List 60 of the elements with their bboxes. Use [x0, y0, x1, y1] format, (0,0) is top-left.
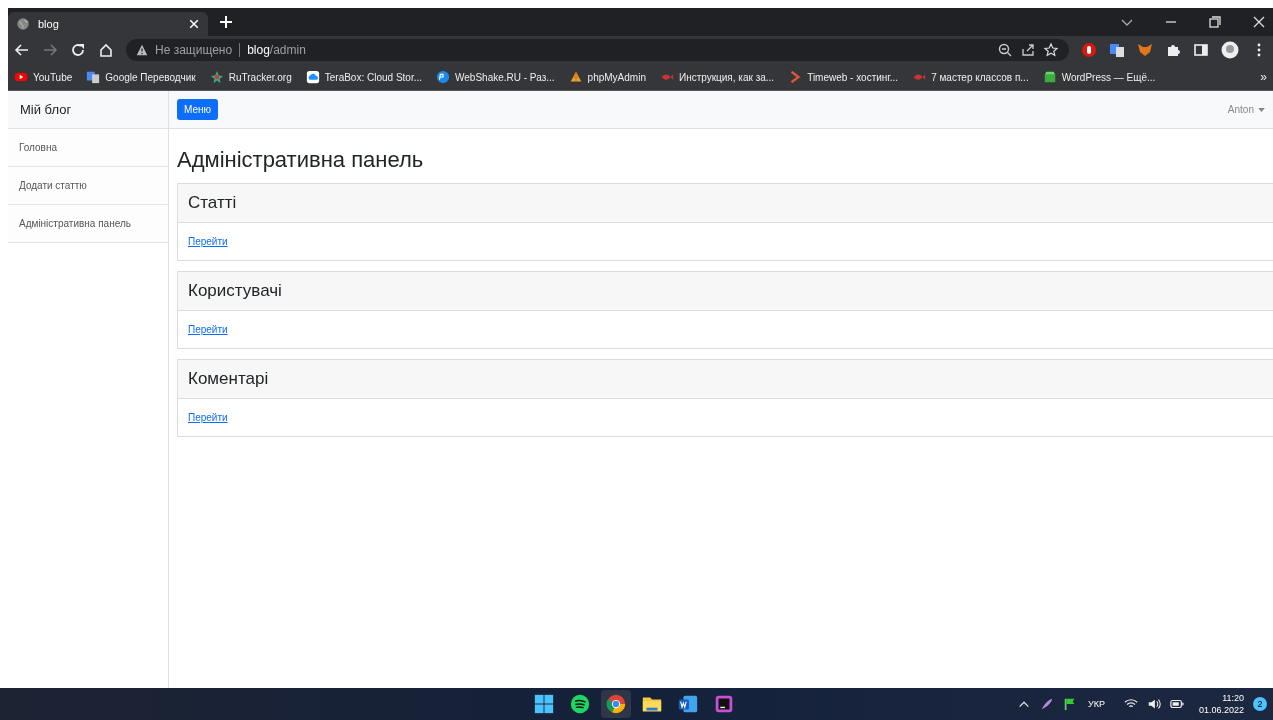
- menu-button[interactable]: Меню: [177, 99, 219, 120]
- clock[interactable]: 11:20 01.06.2022: [1198, 692, 1244, 716]
- star-icon: [209, 70, 224, 84]
- battery-icon[interactable]: [1169, 697, 1184, 711]
- bookmark[interactable]: phpMyAdmin: [568, 70, 646, 84]
- box-icon: [1042, 70, 1057, 84]
- bookmark[interactable]: RuTracker.org: [209, 70, 292, 84]
- translate-icon[interactable]: [1109, 42, 1125, 58]
- bookmark[interactable]: 7 мастер классов п...: [912, 70, 1029, 84]
- fox-icon[interactable]: [1137, 42, 1153, 58]
- address-bar[interactable]: Не защищено blog/admin: [126, 39, 1069, 61]
- home-icon[interactable]: [98, 42, 114, 58]
- share-icon[interactable]: [1020, 42, 1036, 58]
- notification-badge[interactable]: 2: [1253, 697, 1267, 711]
- card-title: Коментарі: [178, 360, 1273, 399]
- close-icon[interactable]: [1251, 14, 1267, 30]
- zoom-icon[interactable]: [997, 42, 1013, 58]
- back-icon[interactable]: [14, 42, 30, 58]
- more-bookmarks-button[interactable]: »: [1260, 70, 1267, 84]
- browser-icon[interactable]: [600, 690, 631, 718]
- bookmark[interactable]: Timeweb - хостинг...: [788, 70, 899, 84]
- url-text: blog/admin: [247, 43, 306, 57]
- go-link[interactable]: Перейти: [188, 412, 228, 423]
- reload-icon[interactable]: [70, 42, 86, 58]
- bookmark[interactable]: Инструкция, как за...: [659, 70, 775, 84]
- warning-icon: [136, 44, 148, 56]
- translate-icon: [86, 70, 101, 84]
- language-indicator[interactable]: УКР: [1088, 699, 1105, 709]
- video-icon: [14, 70, 28, 84]
- go-link[interactable]: Перейти: [188, 236, 228, 247]
- puzzle-icon[interactable]: [1165, 42, 1181, 58]
- star-icon[interactable]: [1043, 42, 1059, 58]
- new-tab-icon[interactable]: [218, 14, 234, 30]
- bookmark[interactable]: Google Переводчик: [86, 70, 196, 84]
- card-title: Статті: [178, 184, 1273, 223]
- globe-icon: [16, 17, 30, 31]
- forward-icon[interactable]: [42, 42, 58, 58]
- page-heading: Адміністративна панель: [177, 146, 425, 174]
- security-warning: Не защищено: [155, 43, 233, 57]
- close-tab-icon[interactable]: [188, 18, 200, 30]
- restore-icon[interactable]: [1207, 14, 1223, 30]
- go-link[interactable]: Перейти: [188, 324, 228, 335]
- sail-icon: [568, 70, 583, 84]
- speaker-icon[interactable]: [1146, 697, 1161, 711]
- card-title: Користувачі: [178, 272, 1273, 311]
- browser-tab[interactable]: blog: [8, 12, 208, 36]
- bookmark[interactable]: TeraBox: Cloud Stor...: [305, 70, 422, 84]
- bookmark[interactable]: YouTube: [14, 70, 73, 84]
- side-panel-icon[interactable]: [1193, 42, 1209, 58]
- user-dropdown[interactable]: Anton: [1227, 104, 1265, 115]
- bookmark[interactable]: WordPress — Ещё...: [1042, 70, 1156, 84]
- bookmark[interactable]: WebShake.RU - Раз...: [436, 70, 555, 84]
- chevron-icon: [788, 70, 803, 84]
- brand-title[interactable]: Мій блог: [8, 91, 168, 129]
- cloud-icon: [305, 70, 320, 84]
- flag-icon[interactable]: [1063, 697, 1077, 711]
- feather-icon[interactable]: [1040, 697, 1054, 711]
- php-icon: [436, 70, 450, 84]
- avatar-icon[interactable]: [1221, 41, 1239, 59]
- caret-icon: [1258, 107, 1265, 112]
